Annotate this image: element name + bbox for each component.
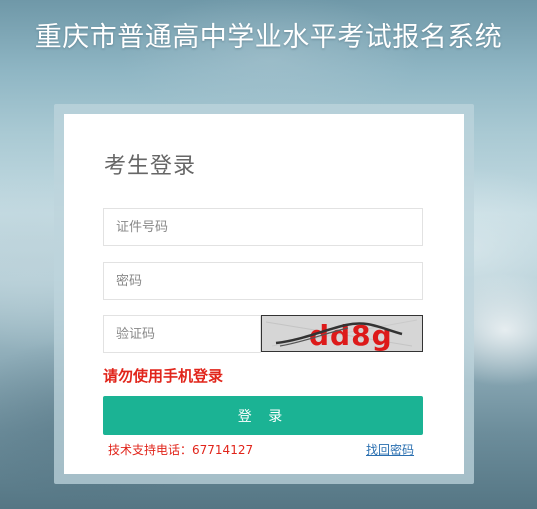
captcha-input[interactable] [103, 315, 261, 353]
login-button[interactable]: 登 录 [103, 396, 423, 435]
page-title: 重庆市普通高中学业水平考试报名系统 [34, 22, 503, 53]
support-phone: 67714127 [192, 443, 254, 457]
forgot-password-link[interactable]: 找回密码 [366, 442, 414, 458]
support-info: 技术支持电话：67714127 [108, 442, 253, 458]
captcha-graphic: dd8g [262, 316, 422, 351]
id-number-input[interactable] [103, 208, 423, 246]
login-card: 考生登录 dd8g 请勿使用手机登录 登 录 技术支持电话：67714127 找… [64, 114, 464, 474]
login-heading: 考生登录 [104, 154, 197, 179]
mobile-warning: 请勿使用手机登录 [103, 367, 224, 385]
password-input[interactable] [103, 262, 423, 300]
support-label: 技术支持电话： [108, 443, 193, 457]
captcha-image[interactable]: dd8g [261, 315, 423, 352]
